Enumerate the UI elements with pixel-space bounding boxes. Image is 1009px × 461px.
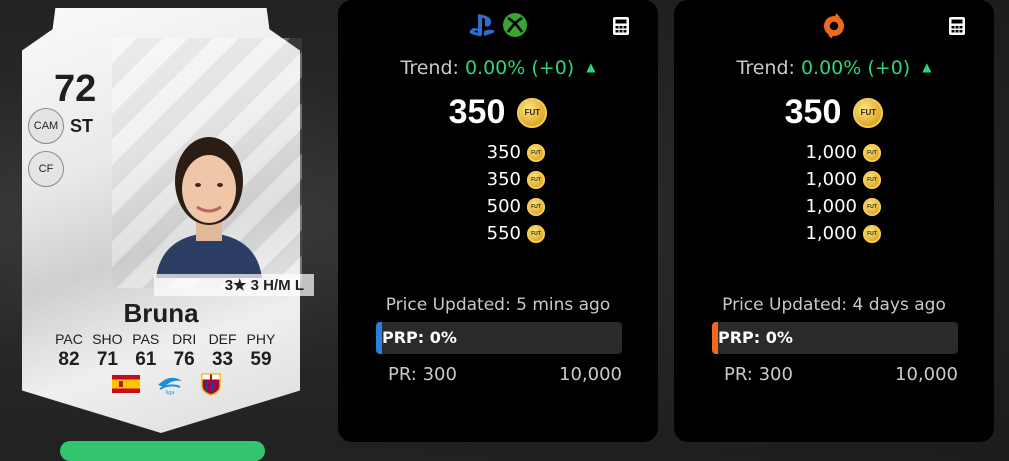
price-range: PR: 300 10,000	[724, 364, 958, 385]
prp-bar: PRP: 0%	[712, 322, 958, 354]
price-value: 500	[486, 196, 521, 217]
list-item: 1,000 FUT	[674, 139, 994, 166]
svg-text:liga: liga	[165, 390, 174, 395]
spain-flag-icon	[112, 375, 140, 393]
skills-workrates: 3★ 3 H/M L	[154, 274, 314, 296]
coin-icon: FUT	[863, 197, 881, 216]
list-item: 350 FUT	[338, 166, 658, 193]
trend-label: Trend:	[736, 57, 795, 79]
stat-label: SHO	[92, 331, 123, 347]
price-value: 550	[486, 223, 521, 244]
stat-value: 61	[135, 349, 157, 370]
player-position: ST	[70, 116, 94, 136]
main-price-value: 350	[784, 93, 842, 131]
stat-dri: DRI 76	[165, 331, 203, 371]
coin-icon: FUT	[527, 224, 545, 243]
price-value: 350	[486, 169, 521, 190]
coin-icon: FUT	[863, 143, 881, 162]
playstation-icon	[469, 14, 495, 37]
price-panel-pc: Trend: 0.00% (+0) ▲ 350 FUT 1,000 FUT 1,…	[674, 0, 994, 442]
player-card[interactable]: 72 ST CAM CF 3★ 3 H/M L Bruna PAC 82 SHO…	[22, 8, 314, 433]
coin-icon: FUT	[527, 143, 545, 162]
player-portrait	[156, 137, 262, 278]
alt-position-badge: CAM	[28, 108, 64, 144]
pr-min: PR: 300	[724, 364, 793, 385]
stat-phy: PHY 59	[242, 331, 280, 371]
stat-value: 76	[173, 349, 195, 370]
trend-value: 0.00% (+0)	[800, 57, 911, 79]
coin-icon: FUT	[863, 170, 881, 189]
club-crest-icon	[201, 373, 221, 396]
stat-value: 33	[211, 349, 234, 370]
alt-position-badge: CF	[28, 151, 64, 187]
price-panel-console: Trend: 0.00% (+0) ▲ 350 FUT 350 FUT 350 …	[338, 0, 658, 442]
coin-icon: FUT	[853, 97, 884, 128]
stat-def: DEF 33	[204, 331, 242, 371]
price-updated: Price Updated: 4 days ago	[722, 295, 946, 315]
coin-icon: FUT	[863, 224, 881, 243]
xbox-icon	[503, 13, 527, 37]
stat-label: PHY	[246, 331, 276, 347]
calculator-icon[interactable]	[948, 16, 966, 36]
lowest-price: 350 FUT	[338, 93, 658, 132]
league-logo-icon: liga	[158, 377, 182, 395]
trend-value: 0.00% (+0)	[464, 57, 575, 79]
stat-label: DEF	[208, 331, 237, 347]
price-value: 1,000	[805, 196, 857, 217]
pr-max: 10,000	[559, 364, 622, 385]
trend-row: Trend: 0.00% (+0) ▲	[674, 57, 994, 79]
price-range: PR: 300 10,000	[388, 364, 622, 385]
stat-value: 71	[96, 349, 118, 370]
trend-row: Trend: 0.00% (+0) ▲	[338, 57, 658, 79]
stat-label: PAC	[55, 331, 83, 347]
prp-label: PRP: 0%	[718, 328, 793, 347]
price-updated: Price Updated: 5 mins ago	[385, 295, 611, 315]
stat-pas: PAS 61	[127, 331, 165, 371]
player-name: Bruna	[123, 298, 199, 328]
lowest-price: 350 FUT	[674, 93, 994, 132]
trend-label: Trend:	[400, 57, 459, 79]
pr-max: 10,000	[895, 364, 958, 385]
list-item: 1,000 FUT	[674, 193, 994, 220]
trend-up-icon: ▲	[922, 60, 932, 74]
price-list: 1,000 FUT 1,000 FUT 1,000 FUT 1,000 FUT	[674, 139, 994, 247]
price-list: 350 FUT 350 FUT 500 FUT 550 FUT	[338, 139, 658, 247]
price-value: 1,000	[805, 169, 857, 190]
coin-icon: FUT	[527, 197, 545, 216]
list-item: 350 FUT	[338, 139, 658, 166]
prp-bar: PRP: 0%	[376, 322, 622, 354]
stat-pac: PAC 82	[50, 331, 88, 371]
list-item: 1,000 FUT	[674, 166, 994, 193]
green-action-button[interactable]	[60, 441, 265, 461]
stats-row: PAC 82 SHO 71 PAS 61 DRI 76 DEF 33 PHY 5…	[50, 331, 280, 371]
price-value: 350	[486, 142, 521, 163]
stat-label: PAS	[132, 331, 160, 347]
prp-label: PRP: 0%	[382, 328, 457, 347]
origin-icon	[824, 13, 844, 38]
price-value: 1,000	[805, 142, 857, 163]
list-item: 500 FUT	[338, 193, 658, 220]
stat-sho: SHO 71	[88, 331, 126, 371]
coin-icon: FUT	[527, 170, 545, 189]
list-item: 550 FUT	[338, 220, 658, 247]
platform-icons	[338, 12, 658, 38]
coin-icon: FUT	[517, 97, 548, 128]
stat-value: 59	[250, 349, 272, 370]
list-item: 1,000 FUT	[674, 220, 994, 247]
price-value: 1,000	[805, 223, 857, 244]
platform-icons	[674, 12, 994, 38]
pr-min: PR: 300	[388, 364, 457, 385]
player-rating: 72	[54, 68, 97, 110]
stat-label: DRI	[172, 331, 197, 347]
trend-up-icon: ▲	[586, 60, 596, 74]
badges-row: liga	[112, 372, 222, 396]
stat-value: 82	[58, 349, 80, 370]
main-price-value: 350	[448, 93, 506, 131]
calculator-icon[interactable]	[612, 16, 630, 36]
